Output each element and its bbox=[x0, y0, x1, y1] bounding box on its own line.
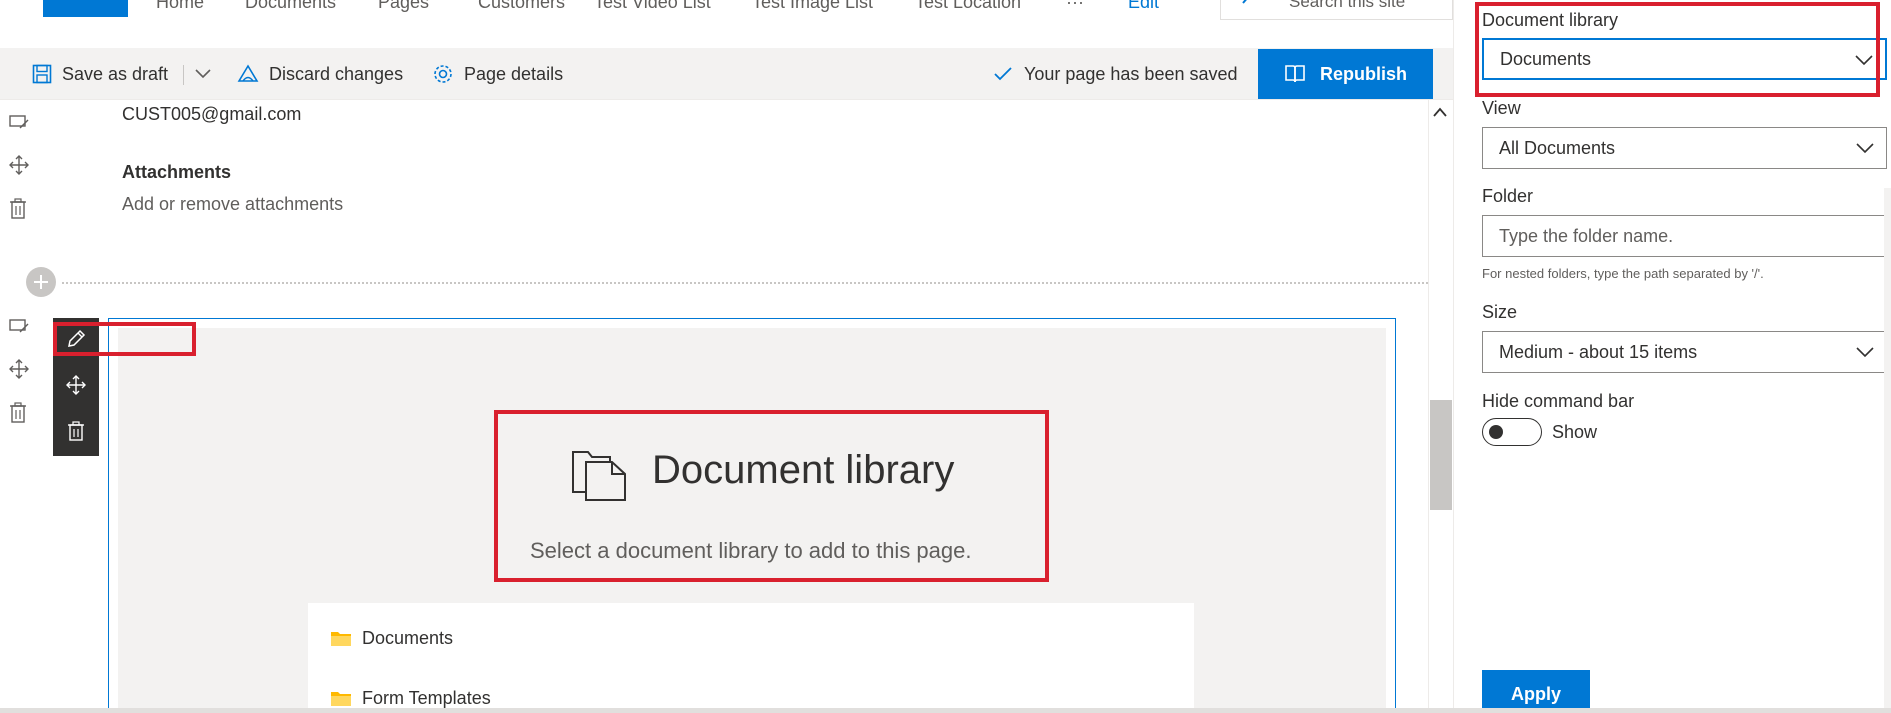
save-status-text: Your page has been saved bbox=[1024, 63, 1238, 84]
apply-button[interactable]: Apply bbox=[1482, 670, 1590, 713]
library-list: Documents Form Templates bbox=[308, 603, 1194, 713]
size-value: Medium - about 15 items bbox=[1499, 341, 1698, 362]
checkmark-icon bbox=[994, 67, 1012, 81]
toolbar-separator bbox=[183, 65, 184, 85]
view-label: View bbox=[1482, 98, 1521, 118]
nav-customers[interactable]: Customers bbox=[478, 0, 565, 13]
apply-label: Apply bbox=[1510, 684, 1561, 704]
placeholder-subtitle: Select a document library to add to this… bbox=[530, 538, 972, 563]
plus-icon bbox=[34, 275, 48, 289]
chevron-down-icon bbox=[1856, 143, 1874, 154]
pencil-icon[interactable] bbox=[65, 328, 87, 350]
discard-changes-label: Discard changes bbox=[269, 63, 404, 84]
site-logo[interactable] bbox=[43, 0, 128, 17]
section-tools-1 bbox=[8, 112, 30, 242]
nav-more-button[interactable]: ··· bbox=[1066, 0, 1084, 13]
folder-icon bbox=[331, 631, 351, 646]
edit-section-icon[interactable] bbox=[8, 316, 30, 336]
attachments-heading: Attachments bbox=[122, 162, 232, 182]
document-library-label: Document library bbox=[1482, 10, 1619, 30]
size-dropdown[interactable]: Medium - about 15 items bbox=[1482, 331, 1887, 373]
nav-test-video-list[interactable]: Test Video List bbox=[594, 0, 711, 13]
folder-hint: For nested folders, type the path separa… bbox=[1482, 266, 1764, 281]
search-icon bbox=[1242, 0, 1247, 4]
view-dropdown[interactable]: All Documents bbox=[1482, 127, 1887, 169]
save-icon bbox=[32, 64, 52, 84]
page-details-button[interactable]: Page details bbox=[432, 48, 563, 100]
move-section-icon[interactable] bbox=[8, 358, 30, 380]
toggle-state-label: Show bbox=[1552, 422, 1598, 442]
size-label: Size bbox=[1482, 302, 1518, 322]
view-value: All Documents bbox=[1499, 137, 1616, 158]
library-name: Documents bbox=[362, 628, 454, 648]
hide-command-bar-label: Hide command bar bbox=[1482, 391, 1635, 411]
list-item[interactable]: Documents bbox=[330, 628, 453, 649]
delete-webpart-icon[interactable] bbox=[65, 420, 87, 442]
discard-changes-button[interactable]: Discard changes bbox=[237, 48, 403, 100]
page-details-label: Page details bbox=[464, 63, 564, 84]
chevron-down-icon[interactable] bbox=[195, 68, 211, 80]
placeholder-title: Document library bbox=[652, 448, 955, 492]
hide-command-bar-toggle[interactable] bbox=[1482, 418, 1542, 446]
nav-home[interactable]: Home bbox=[156, 0, 204, 13]
search-placeholder: Search this site bbox=[1289, 0, 1406, 11]
discard-icon bbox=[237, 64, 259, 82]
attachments-link[interactable]: Add or remove attachments bbox=[122, 194, 343, 215]
nav-test-location[interactable]: Test Location bbox=[915, 0, 1021, 13]
save-status: Your page has been saved bbox=[994, 48, 1238, 100]
section-tools-2 bbox=[8, 316, 30, 446]
save-as-draft-label: Save as draft bbox=[62, 63, 169, 84]
save-as-draft-button[interactable]: Save as draft bbox=[32, 48, 168, 100]
webpart-toolbar bbox=[53, 318, 99, 456]
pane-scrollbar[interactable] bbox=[1884, 188, 1891, 713]
republish-label: Republish bbox=[1319, 63, 1407, 84]
book-icon bbox=[1285, 65, 1305, 83]
nav-test-image-list[interactable]: Test Image List bbox=[752, 0, 873, 13]
library-name: Form Templates bbox=[362, 688, 491, 708]
document-library-icon bbox=[572, 451, 626, 501]
list-item[interactable]: Form Templates bbox=[330, 688, 491, 709]
command-toolbar: Save as draft Discard changes Page detai… bbox=[0, 48, 1453, 100]
document-library-dropdown[interactable]: Documents bbox=[1482, 38, 1887, 80]
nav-edit-link[interactable]: Edit bbox=[1128, 0, 1159, 13]
search-box[interactable]: Search this site bbox=[1220, 0, 1453, 20]
document-library-value: Documents bbox=[1500, 48, 1592, 69]
scrollbar-thumb[interactable] bbox=[1430, 400, 1452, 510]
move-section-icon[interactable] bbox=[8, 154, 30, 176]
section-divider bbox=[62, 282, 1428, 284]
folder-icon bbox=[331, 691, 351, 706]
horizontal-scrollbar[interactable] bbox=[0, 708, 1891, 713]
delete-section-icon[interactable] bbox=[8, 402, 28, 424]
folder-label: Folder bbox=[1482, 186, 1534, 206]
nav-documents[interactable]: Documents bbox=[245, 0, 336, 13]
move-webpart-icon[interactable] bbox=[65, 374, 87, 396]
chevron-down-icon bbox=[1856, 347, 1874, 358]
scroll-up-arrow-icon[interactable] bbox=[1432, 106, 1448, 118]
republish-button[interactable]: Republish bbox=[1258, 49, 1433, 99]
gear-icon bbox=[434, 65, 452, 83]
toggle-knob bbox=[1489, 425, 1503, 439]
edit-section-icon[interactable] bbox=[8, 112, 30, 132]
customer-email: CUST005@gmail.com bbox=[122, 104, 302, 124]
delete-section-icon[interactable] bbox=[8, 198, 28, 220]
top-nav: Home Documents Pages Customers Test Vide… bbox=[0, 0, 1453, 48]
folder-input[interactable] bbox=[1482, 215, 1887, 257]
nav-pages[interactable]: Pages bbox=[378, 0, 429, 13]
chevron-down-icon bbox=[1855, 55, 1873, 66]
add-section-button[interactable] bbox=[26, 267, 56, 297]
